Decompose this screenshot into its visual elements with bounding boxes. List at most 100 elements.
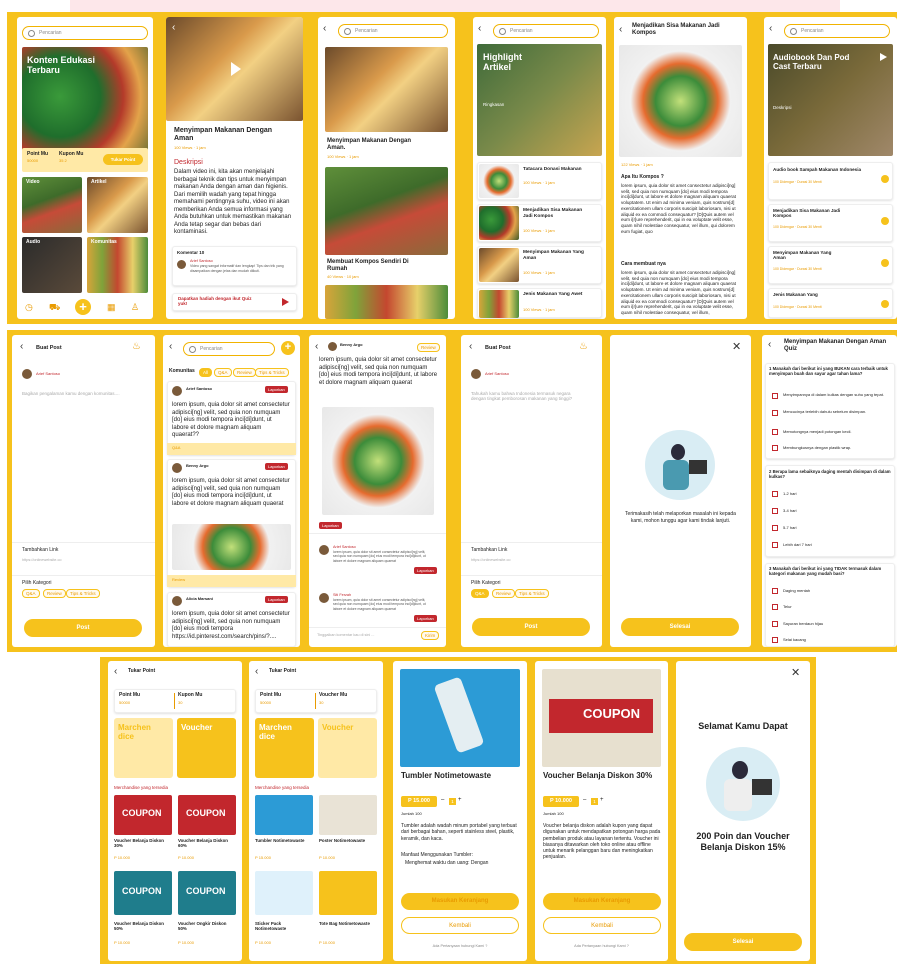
category-qa[interactable]: Q&A [22, 589, 40, 598]
answer-checkbox[interactable] [772, 525, 778, 531]
komunitas-tab[interactable]: Komunitas [169, 368, 195, 375]
search-input[interactable]: Pencarian [784, 24, 890, 38]
back-icon[interactable]: ‹ [255, 667, 258, 677]
done-button[interactable]: Selesai [684, 933, 802, 951]
play-audio-icon[interactable] [881, 175, 889, 183]
help-link[interactable]: Ada Pertanyaan hubungi Kami ? [535, 944, 668, 948]
product-image[interactable] [255, 871, 313, 915]
filter-tips[interactable]: Tips & Tricks [255, 368, 289, 377]
add-to-cart-button[interactable]: Masukan Keranjang [401, 893, 519, 910]
answer-checkbox[interactable] [772, 637, 778, 643]
answer-checkbox[interactable] [772, 604, 778, 610]
answer-checkbox[interactable] [772, 621, 778, 627]
post-button[interactable]: Post [24, 619, 142, 637]
video-thumb[interactable] [325, 47, 448, 132]
history-icon[interactable]: ◷ [25, 302, 33, 313]
back-icon[interactable]: ‹ [478, 24, 481, 34]
report-button[interactable]: Laporkan [319, 522, 342, 529]
answer-checkbox[interactable] [772, 508, 778, 514]
search-input[interactable]: Pencarian [183, 342, 275, 356]
back-icon[interactable]: ‹ [769, 24, 772, 34]
send-button[interactable]: Kirim [421, 631, 440, 640]
post-textarea[interactable]: Tahukah kamu bahwa Indonesia termasuk ne… [471, 391, 581, 401]
product-title: Voucher Belanja Diskon 50% [114, 921, 164, 932]
link-input[interactable]: https://onlinewebsite.co [471, 558, 510, 562]
add-to-cart-button[interactable]: Masukan Keranjang [543, 893, 661, 910]
product-image[interactable] [255, 795, 313, 835]
category-review[interactable]: Review [43, 589, 66, 598]
play-icon[interactable] [880, 53, 887, 61]
category-qa[interactable]: Q&A [471, 589, 489, 598]
back-icon[interactable]: ‹ [114, 667, 117, 677]
back-icon[interactable]: ‹ [20, 342, 23, 352]
close-icon[interactable]: ✕ [791, 667, 800, 680]
category-tips[interactable]: Tips & Tricks [515, 589, 549, 598]
post-textarea[interactable]: Bagikan pengalaman kamu dengan komunitas… [22, 391, 132, 396]
answer-checkbox[interactable] [772, 393, 778, 399]
kupon-label: Kupon Mu [178, 692, 203, 698]
profile-icon[interactable]: ♙ [131, 302, 139, 313]
done-button[interactable]: Selesai [621, 618, 739, 636]
link-input[interactable]: https://onlinewebsite.co [22, 558, 61, 562]
search-input[interactable]: Pencarian [338, 24, 448, 38]
filter-qa[interactable]: Q&A [214, 368, 232, 377]
answer-checkbox[interactable] [772, 491, 778, 497]
coupon-image[interactable]: COUPON [114, 795, 172, 835]
qty-minus-button[interactable]: – [583, 797, 586, 804]
search-input[interactable]: Pencarian [22, 26, 148, 40]
video-thumb[interactable] [325, 285, 448, 319]
post-button[interactable]: Post [472, 618, 590, 636]
add-post-button[interactable]: + [75, 299, 91, 315]
close-icon[interactable]: ✕ [732, 341, 741, 354]
help-link[interactable]: Ada Pertanyaan hubungi Kami ? [393, 944, 527, 948]
back-icon[interactable]: ‹ [469, 342, 472, 352]
back-button[interactable]: Kembali [401, 917, 519, 934]
arrow-right-icon[interactable] [282, 298, 289, 306]
answer-checkbox[interactable] [772, 429, 778, 435]
report-button[interactable]: Laporkan [265, 596, 288, 603]
video-thumb[interactable] [325, 167, 448, 255]
product-image[interactable] [319, 871, 377, 915]
back-button[interactable]: Kembali [543, 917, 661, 934]
report-button[interactable]: Laporkan [265, 386, 288, 393]
category-review[interactable]: Review [492, 589, 515, 598]
comment-input[interactable]: Tinggalkan komentar kau di sini ... [317, 633, 374, 637]
play-icon[interactable] [231, 62, 241, 76]
answer-checkbox[interactable] [772, 542, 778, 548]
search-input[interactable]: Pencarian [493, 24, 599, 38]
product-image[interactable] [319, 795, 377, 835]
play-audio-icon[interactable] [881, 300, 889, 308]
report-button[interactable]: Laporkan [265, 463, 288, 470]
coupon-image[interactable]: COUPON [178, 795, 236, 835]
back-icon[interactable]: ‹ [768, 340, 771, 350]
answer-label: Telur [783, 604, 792, 609]
answer-checkbox[interactable] [772, 410, 778, 416]
back-icon[interactable]: ‹ [323, 24, 326, 34]
add-post-button[interactable]: + [281, 341, 295, 355]
filter-all[interactable]: All [199, 368, 213, 377]
grid-icon[interactable]: ▦ [107, 302, 116, 313]
back-icon[interactable]: ‹ [172, 23, 175, 33]
qty-plus-button[interactable]: + [458, 797, 462, 804]
video-meta: 100 Views · 1 jam [327, 154, 359, 159]
qty-minus-button[interactable]: – [441, 797, 444, 804]
play-audio-icon[interactable] [881, 217, 889, 225]
back-icon[interactable]: ‹ [619, 25, 622, 35]
report-button[interactable]: Laporkan [414, 615, 437, 622]
category-tips[interactable]: Tips & Tricks [66, 589, 100, 598]
category-komunitas-label: Komunitas [91, 239, 117, 245]
back-icon[interactable]: ‹ [169, 342, 172, 352]
report-button[interactable]: Laporkan [414, 567, 437, 574]
answer-checkbox[interactable] [772, 588, 778, 594]
answer-checkbox[interactable] [772, 445, 778, 451]
play-audio-icon[interactable] [881, 259, 889, 267]
tukar-point-button[interactable]: Tukar Point [103, 154, 143, 165]
qty-plus-button[interactable]: + [600, 797, 604, 804]
product-title: Voucher Belanja Diskon 60% [178, 838, 228, 849]
coupon-image[interactable]: COUPON [178, 871, 236, 915]
product-price: P 10.000 [319, 940, 335, 945]
filter-review[interactable]: Review [233, 368, 256, 377]
back-icon[interactable]: ‹ [315, 342, 318, 352]
coupon-image[interactable]: COUPON [114, 871, 172, 915]
cart-icon[interactable]: ⛟ [49, 302, 60, 314]
